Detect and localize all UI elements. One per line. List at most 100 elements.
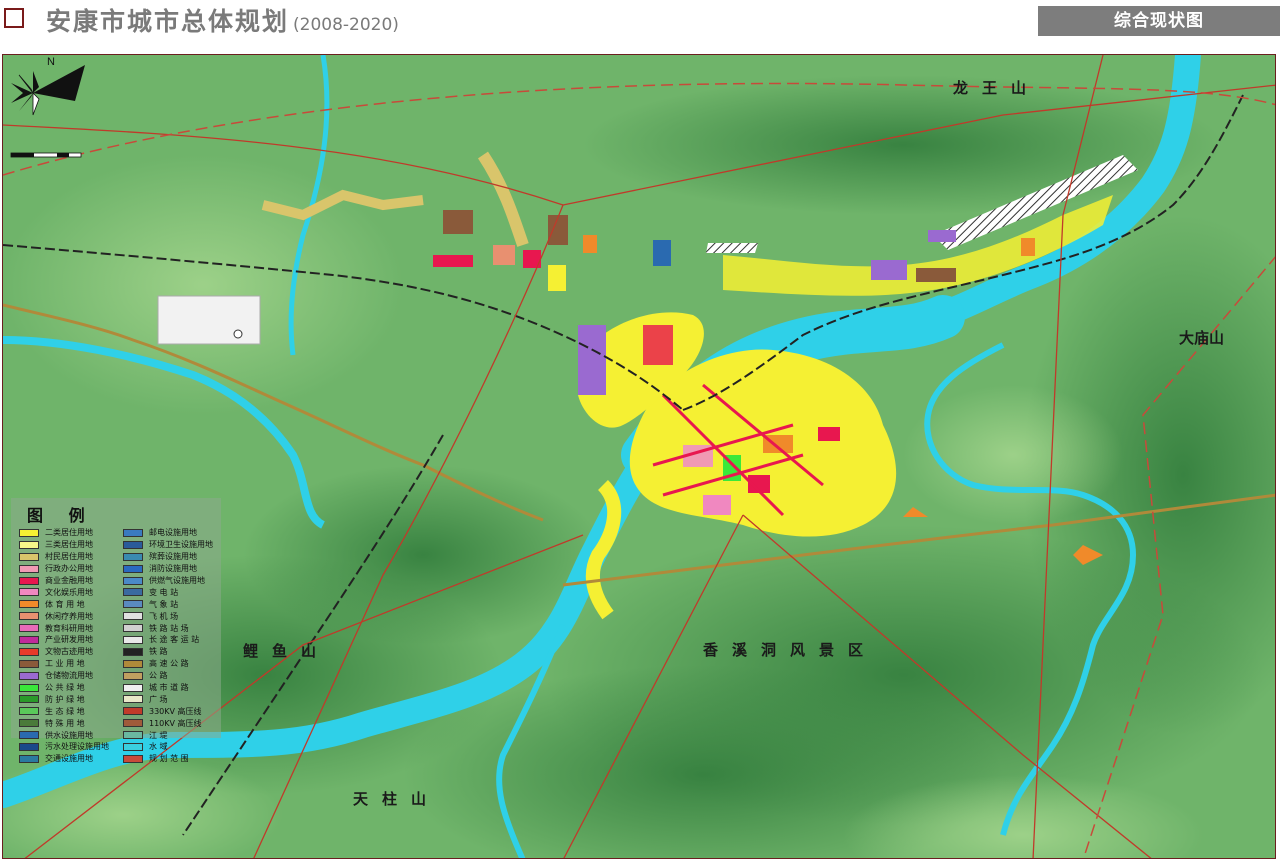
place-tianzhu-mountain: 天柱山 [353,790,441,808]
legend-swatch [19,707,39,716]
place-longwang-mountain: 龙王山 [953,79,1041,97]
title-years: (2008-2020) [293,15,399,35]
legend-label: 城 市 道 路 [149,683,189,693]
legend-item: 交通设施用地 [19,753,109,765]
legend-item: 城 市 道 路 [123,682,213,694]
legend-item: 铁 路 站 场 [123,622,213,634]
legend-item: 水 域 [123,741,213,753]
legend-swatch [123,659,143,668]
legend-label: 生 态 绿 地 [45,706,85,716]
legend-swatch [123,707,143,716]
legend-item: 110KV 高压线 [123,717,213,729]
legend-swatch [19,647,39,656]
legend-label: 环境卫生设施用地 [149,540,213,550]
legend-item: 特 殊 用 地 [19,717,109,729]
legend-swatch [123,624,143,633]
legend-label: 三类居住用地 [45,540,93,550]
legend-label: 江 堤 [149,730,168,740]
legend-label: 文化娱乐用地 [45,587,93,597]
legend-swatch [19,695,39,704]
legend-label: 体 育 用 地 [45,599,85,609]
legend-swatch [19,635,39,644]
legend-swatch [123,719,143,728]
legend-swatch [19,564,39,573]
legend-item: 变 电 站 [123,586,213,598]
legend-column-right: 邮电设施用地 环境卫生设施用地 殡葬设施用地 消防设施用地 供燃气设施用地变 电 站气 … [123,527,213,765]
legend-swatch [19,528,39,537]
legend-label: 二类居住用地 [45,528,93,538]
place-liyu-mountain: 鲤鱼山 [243,642,331,660]
legend-label: 行政办公用地 [45,564,93,574]
legend-item: 文化娱乐用地 [19,586,109,598]
legend-item: 邮电设施用地 [123,527,213,539]
legend-swatch [123,731,143,740]
place-xiangxi-scenic-area: 香溪洞风景区 [703,641,878,659]
legend-label: 高 速 公 路 [149,659,189,669]
legend-swatch [19,576,39,585]
legend-label: 污水处理设施用地 [45,742,109,752]
legend-label: 110KV 高压线 [149,718,202,728]
legend-swatch [19,624,39,633]
north-arrow-icon: N [10,56,85,158]
legend-item: 江 堤 [123,729,213,741]
legend-label: 水 域 [149,742,168,752]
legend-label: 工 业 用 地 [45,659,85,669]
page-title: 安康市城市总体规划 (2008-2020) [46,2,399,38]
legend-label: 村民居住用地 [45,552,93,562]
legend-label: 消防设施用地 [149,564,197,574]
legend-item: 公 共 绿 地 [19,682,109,694]
map-frame[interactable]: 龙王山 大庙山 鲤鱼山 香溪洞风景区 天柱山 图 例 二类居住用地三类居住用地村… [2,54,1276,859]
title-box-icon [4,8,24,28]
legend-item: 规 划 范 围 [123,753,213,765]
legend-label: 防 护 绿 地 [45,694,85,704]
legend-swatch [19,719,39,728]
legend-label: 特 殊 用 地 [45,718,85,728]
legend-swatch [19,683,39,692]
legend-label: 飞 机 场 [149,611,179,621]
legend-item: 休闲疗养用地 [19,610,109,622]
legend-swatch [123,647,143,656]
legend-item: 供燃气设施用地 [123,575,213,587]
legend-swatch [19,600,39,609]
legend-item: 三类居住用地 [19,539,109,551]
legend-item: 飞 机 场 [123,610,213,622]
legend-label: 铁 路 [149,647,168,657]
legend: 图 例 二类居住用地 三类居住用地 村民居住用地 行政办公用地 商业金融用地 文化娱乐用地… [11,498,221,763]
legend-swatch [123,564,143,573]
legend-swatch [123,576,143,585]
legend-swatch [123,742,143,751]
legend-label: 公 路 [149,671,168,681]
legend-swatch [19,540,39,549]
legend-label: 供水设施用地 [45,730,93,740]
legend-label: 供燃气设施用地 [149,576,205,585]
legend-swatch [123,671,143,680]
legend-item: 商业金融用地 [19,575,109,587]
legend-swatch [123,600,143,609]
legend-label: 规 划 范 围 [149,754,189,764]
legend-swatch [123,528,143,537]
legend-item: 供水设施用地 [19,729,109,741]
legend-label: 休闲疗养用地 [45,611,93,621]
legend-label: 铁 路 站 场 [149,623,189,633]
title-text: 安康市城市总体规划 [46,7,290,36]
legend-item: 工 业 用 地 [19,658,109,670]
svg-text:N: N [47,56,55,68]
legend-item: 防 护 绿 地 [19,693,109,705]
legend-swatch [19,671,39,680]
legend-item: 气 象 站 [123,598,213,610]
header: 安康市城市总体规划 (2008-2020) 综合现状图 [0,0,1280,46]
legend-swatch [123,612,143,621]
legend-swatch [123,635,143,644]
legend-item: 仓储物流用地 [19,670,109,682]
legend-item: 殡葬设施用地 [123,551,213,563]
legend-swatch [19,588,39,597]
legend-label: 殡葬设施用地 [149,552,197,562]
legend-item: 二类居住用地 [19,527,109,539]
legend-item: 村民居住用地 [19,551,109,563]
legend-item: 行政办公用地 [19,563,109,575]
legend-label: 广 场 [149,694,168,704]
legend-title: 图 例 [27,506,95,525]
legend-label: 长 途 客 运 站 [149,635,200,645]
legend-swatch [123,683,143,692]
legend-item: 产业研发用地 [19,634,109,646]
